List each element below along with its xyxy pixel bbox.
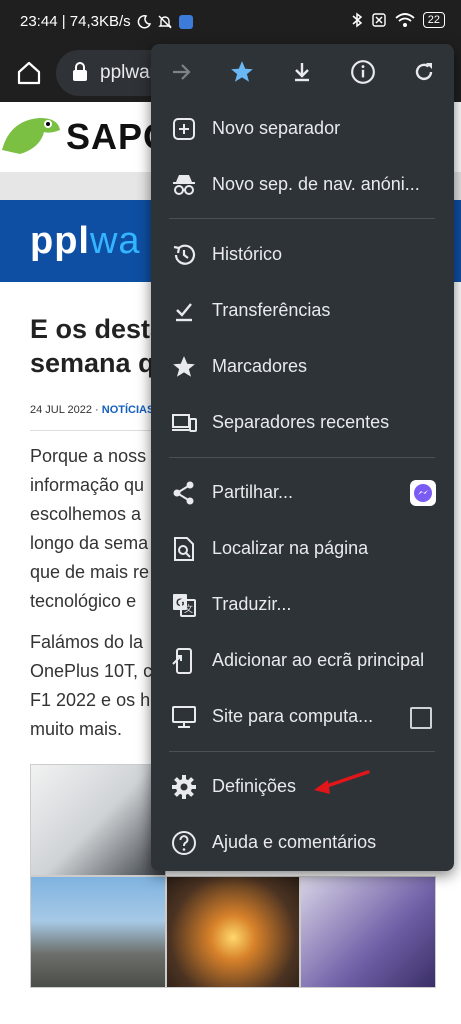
moon-icon [137, 14, 151, 28]
article-meta: 24 JUL 2022 · NOTÍCIAS [30, 404, 154, 416]
pplware-logo: pplwa [30, 220, 141, 263]
menu-item-label: Traduzir... [212, 594, 292, 614]
downloads-check-icon [176, 303, 192, 322]
home-icon[interactable] [14, 58, 44, 88]
bell-off-icon [157, 15, 172, 28]
headphones-image[interactable] [300, 876, 436, 988]
status-bar: 23:44 | 74,3KB/s 22 [0, 0, 461, 44]
menu-item-history[interactable]: Histórico [151, 226, 454, 282]
messenger-icon[interactable] [410, 480, 436, 506]
translate-icon: G文 [173, 594, 196, 617]
app-notification-icon [178, 14, 193, 29]
menu-item-bookmarks[interactable]: Marcadores [151, 338, 454, 394]
find-in-page-icon [174, 537, 194, 561]
menu-item-add-to-home[interactable]: Adicionar ao ecrã principal [151, 632, 454, 688]
menu-item-recent-tabs[interactable]: Separadores recentes [151, 394, 454, 450]
desktop-site-checkbox[interactable] [410, 707, 432, 729]
lock-icon [73, 62, 87, 81]
circuit-image[interactable] [30, 876, 166, 988]
logo-right: wa [89, 220, 141, 262]
refresh-icon[interactable] [409, 57, 439, 87]
sunset-image[interactable] [166, 876, 300, 988]
forward-icon[interactable] [166, 57, 196, 87]
article-category[interactable]: NOTÍCIAS [102, 404, 155, 416]
help-icon [172, 831, 196, 855]
plus-box-icon [173, 118, 195, 140]
desktop-icon [172, 706, 196, 728]
article-date: 24 JUL 2022 · [30, 404, 102, 416]
menu-item-label: Separadores recentes [212, 412, 390, 432]
menu-item-label: Novo separador [212, 118, 341, 138]
menu-item-label: Site para computa... [212, 706, 374, 726]
menu-item-label: Ajuda e comentários [212, 832, 377, 852]
sim-off-icon [372, 13, 386, 27]
bluetooth-icon [352, 12, 362, 28]
menu-item-downloads[interactable]: Transferências [151, 282, 454, 338]
url-text: pplwar [100, 62, 156, 83]
battery-icon: 22 [422, 12, 445, 28]
history-icon [173, 244, 196, 265]
menu-item-label: Localizar na página [212, 538, 369, 558]
star-icon [173, 356, 195, 377]
menu-item-help[interactable]: Ajuda e comentários [151, 814, 454, 870]
svg-text:文: 文 [184, 603, 193, 614]
logo-left: ppl [30, 220, 90, 262]
devices-icon [172, 414, 197, 432]
incognito-icon [173, 175, 195, 195]
menu-top-bar [151, 44, 454, 100]
menu-item-find-in-page[interactable]: Localizar na página [151, 520, 454, 576]
star-icon[interactable] [227, 57, 257, 87]
menu-item-label: Marcadores [212, 356, 308, 376]
menu-item-label: Novo sep. de nav. anóni... [212, 174, 420, 194]
menu-item-share[interactable]: Partilhar... [151, 464, 454, 520]
menu-divider [169, 218, 435, 219]
menu-divider [169, 751, 435, 752]
menu-item-new-tab[interactable]: Novo separador [151, 100, 454, 156]
menu-item-label: Adicionar ao ecrã principal [212, 650, 425, 670]
menu-item-label: Histórico [212, 244, 283, 264]
menu-item-label: Definições [212, 776, 297, 796]
gear-icon [172, 775, 196, 799]
menu-item-label: Partilhar... [212, 482, 294, 502]
menu-divider [169, 457, 435, 458]
share-icon [173, 481, 194, 505]
menu-item-translate[interactable]: G文 Traduzir... [151, 576, 454, 632]
wifi-icon [395, 13, 415, 27]
status-time-speed: 23:44 | 74,3KB/s [20, 13, 131, 30]
add-to-home-icon [172, 648, 192, 674]
phone-image[interactable] [30, 764, 166, 876]
menu-item-label: Transferências [212, 300, 331, 320]
overflow-menu: Novo separador Novo sep. de nav. anóni..… [151, 44, 454, 871]
info-icon[interactable] [348, 57, 378, 87]
menu-item-incognito[interactable]: Novo sep. de nav. anóni... [151, 156, 454, 212]
menu-item-settings[interactable]: Definições [151, 758, 454, 814]
sapo-frog-logo[interactable] [0, 110, 62, 162]
download-icon[interactable] [287, 57, 317, 87]
menu-item-desktop-site[interactable]: Site para computa... [151, 688, 454, 744]
annotation-arrow-icon [314, 770, 370, 794]
